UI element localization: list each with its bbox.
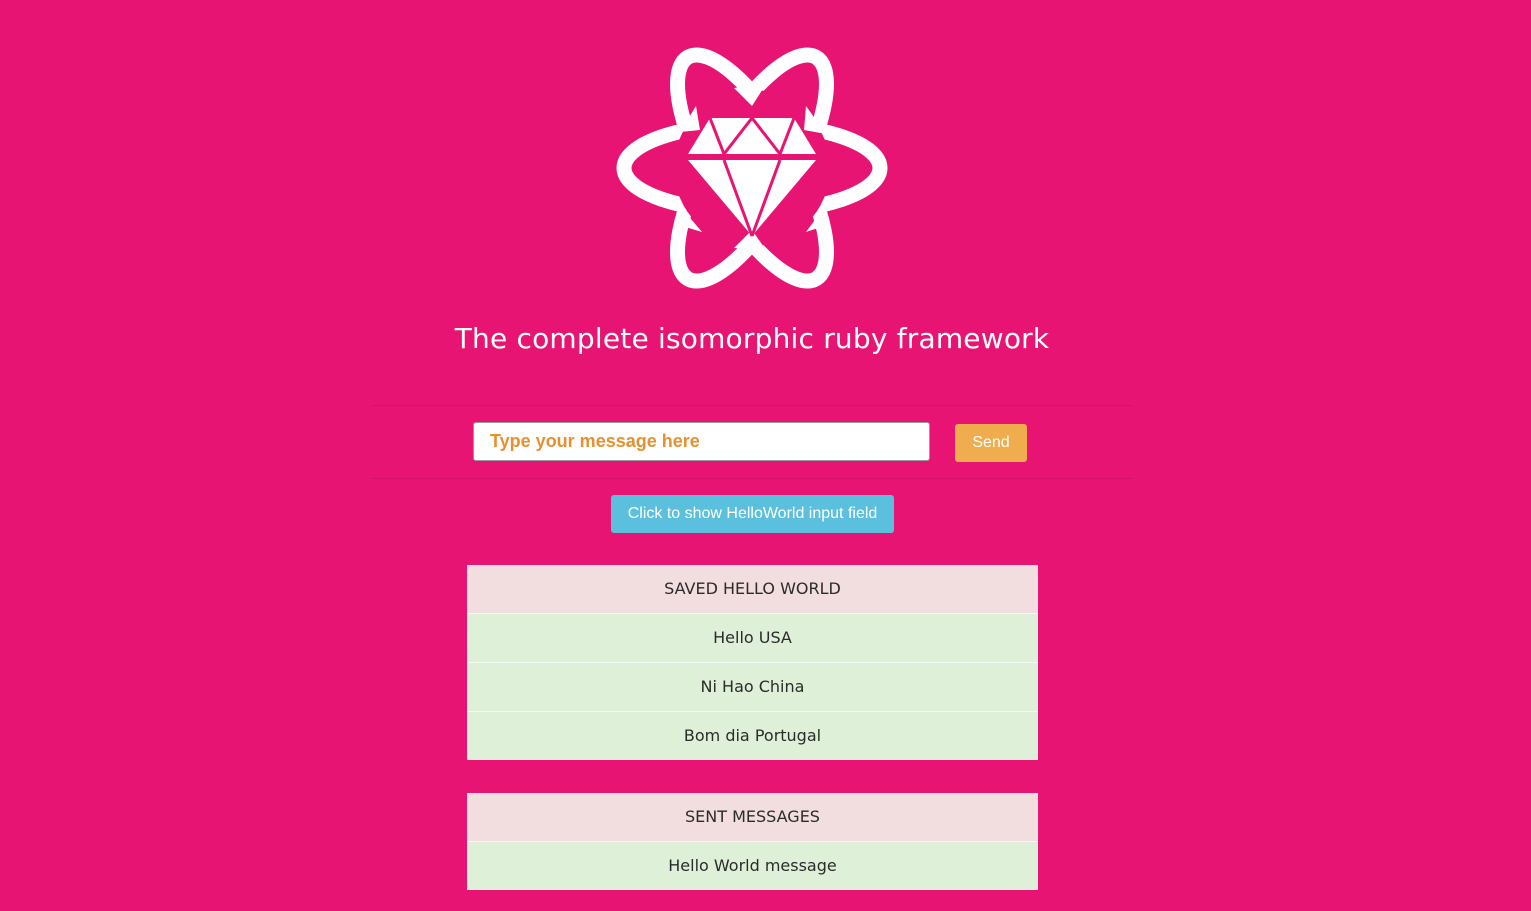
table-header: SENT MESSAGES	[467, 793, 1038, 841]
table-row: Ni Hao China	[467, 662, 1038, 711]
saved-hello-world-table: SAVED HELLO WORLD Hello USA Ni Hao China…	[467, 565, 1038, 760]
page: The complete isomorphic ruby framework S…	[0, 0, 1531, 911]
table-row: Hello World message	[467, 841, 1038, 890]
table-row: Hello USA	[467, 613, 1038, 662]
show-helloworld-button[interactable]: Click to show HelloWorld input field	[611, 495, 894, 533]
page-title: The complete isomorphic ruby framework	[454, 322, 1050, 355]
volt-logo-icon	[616, 47, 888, 289]
table-header: SAVED HELLO WORLD	[467, 565, 1038, 613]
sent-messages-table: SENT MESSAGES Hello World message	[467, 793, 1038, 890]
send-button[interactable]: Send	[955, 424, 1027, 462]
message-input[interactable]	[473, 422, 930, 461]
divider-top	[372, 405, 1132, 406]
table-row: Bom dia Portugal	[467, 711, 1038, 760]
divider-bottom	[372, 478, 1132, 479]
